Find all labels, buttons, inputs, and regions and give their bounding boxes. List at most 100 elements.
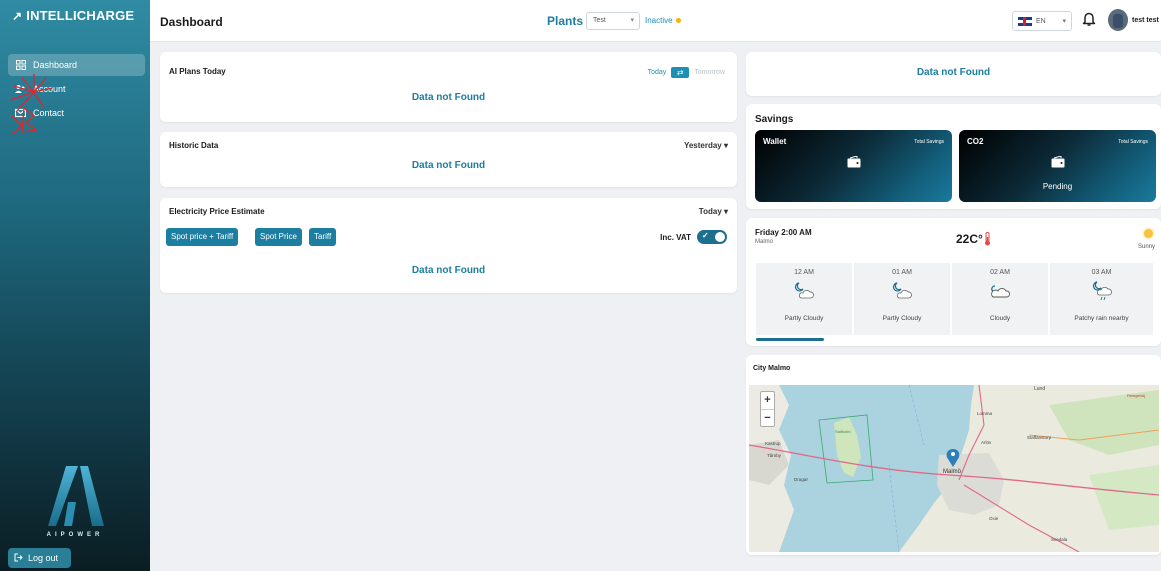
empty-message: Data not Found [916,67,991,78]
map-label-malmo: Malmö [943,469,962,475]
today-option[interactable]: Today [648,69,667,76]
period-select[interactable]: Yesterday ▾ [684,141,728,150]
savings-name: CO2 [967,137,984,146]
weather-city: Malmo [755,239,774,245]
wallet-icon [847,156,860,168]
top-header: Dashboard Plants Test ▾ Inactive EN ▾ te… [150,0,1161,42]
chevron-down-icon: ▾ [1062,18,1066,25]
sidebar-item-account[interactable]: Account [8,78,145,100]
plant-select[interactable]: Test ▾ [586,12,640,30]
card-title: Electricity Price Estimate [169,207,265,216]
forecast-desc: Partly Cloudy [784,315,824,322]
chip-tariff[interactable]: Tariff [309,228,337,246]
tomorrow-option[interactable]: Tomorrow [694,69,725,76]
forecast-desc: Patchy rain nearby [1074,315,1129,322]
electricity-price-card: Electricity Price Estimate Today ▾ Spot … [160,198,737,293]
forecast-scrollbar[interactable] [756,338,824,341]
language-select[interactable]: EN ▾ [1012,11,1072,31]
wallet-icon [1051,156,1064,168]
wallet-savings-box: Wallet Total Savings [755,130,952,202]
sidebar-item-label: Contact [33,108,65,118]
weather-condition: Sunny [1137,244,1155,250]
partly-cloudy-night-icon [893,282,912,299]
card-title: Historic Data [169,141,219,150]
external-link-icon: ↗ [12,8,23,23]
logout-button[interactable]: Log out [8,548,71,568]
zoom-out-button[interactable]: − [761,410,774,427]
logout-icon [14,553,23,564]
forecast-desc: Cloudy [989,315,1011,322]
savings-title: Savings [755,114,794,125]
forecast-hour: 01 AM Partly Cloudy [854,263,951,335]
plant-select-value: Test [593,17,606,24]
plants-label: Plants [547,14,584,28]
map-label-lund: Lund [1034,386,1045,392]
map-canvas: Malmö Lund Lomma Arlöv Staffanstorp Kast… [749,385,1159,552]
map[interactable]: Malmö Lund Lomma Arlöv Staffanstorp Kast… [749,385,1159,552]
grid-icon [15,60,26,71]
card-title: AI Plans Today [169,67,226,76]
zoom-in-button[interactable]: + [761,392,774,410]
forecast-hour: 02 AM Cloudy [952,263,1049,335]
patchy-rain-icon [1092,281,1112,301]
historic-data-card: Historic Data Yesterday ▾ Data not Found [160,132,737,187]
empty-message: Data not Found [411,92,486,103]
users-icon [15,84,26,95]
sidebar-item-dashboard[interactable]: Dashboard [8,54,145,76]
user-name[interactable]: test test [1132,17,1159,24]
plant-status-text: Inactive [645,16,673,25]
map-zoom-control: + − [760,391,775,427]
savings-value: Pending [1042,182,1073,191]
sun-icon [1144,229,1153,238]
co2-savings-box: CO2 Total Savings Pending [959,130,1156,202]
check-icon: ✓ [702,231,709,240]
empty-message: Data not Found [411,160,486,171]
logout-label: Log out [28,553,59,563]
weather-card: Friday 2:00 AM Malmo 22C° Sunny 12 AM Pa… [746,218,1161,346]
uk-flag-icon [1018,16,1032,26]
forecast-hour: 12 AM Partly Cloudy [756,263,853,335]
language-value: EN [1036,17,1046,25]
map-label-dragor: Dragør [794,477,809,482]
total-savings-label: Total Savings [1118,139,1148,145]
partly-cloudy-night-icon [795,282,814,299]
forecast-hour: 03 AM Patchy rain nearby [1050,263,1154,335]
chip-spot-price[interactable]: Spot Price [255,228,302,246]
forecast-time: 12 AM [794,269,814,276]
weather-time: Friday 2:00 AM [755,228,812,237]
forecast-desc: Partly Cloudy [882,315,922,322]
chip-spot-price-tariff[interactable]: Spot price + Tariff [166,228,239,246]
savings-name: Wallet [763,137,787,146]
period-select[interactable]: Today ▾ [699,207,728,216]
savings-card: Savings Wallet Total Savings CO2 Total S… [746,104,1161,209]
sidebar-item-label: Dashboard [33,60,78,70]
forecast-time: 03 AM [1091,269,1112,276]
ai-plans-card: AI Plans Today Today ⇄ Tomorrow Data not… [160,52,737,122]
avatar[interactable] [1108,9,1128,31]
total-savings-label: Total Savings [914,139,944,145]
map-label-lomma: Lomma [977,411,993,416]
forecast-time: 02 AM [990,269,1010,276]
cloudy-icon [991,285,1010,298]
day-toggle: Today ⇄ Tomorrow [648,67,725,78]
bell-icon[interactable] [1082,11,1096,27]
map-label-kastrup: Kastrup [765,441,781,446]
weather-temperature: 22C° [956,232,991,246]
brand[interactable]: ↗ INTELLICHARGE [12,8,134,23]
map-card: City Malmo Malmö Lund Lomma Arlöv Staffa… [746,355,1161,555]
top-right-card: Data not Found [746,52,1161,96]
map-label-arlov: Arlöv [981,440,992,445]
sidebar-item-label: Account [33,84,66,94]
plant-status: Inactive [645,16,681,25]
map-title: City Malmo [753,365,791,372]
map-label-tarnby: Tårnby [767,452,782,458]
status-dot-icon [675,18,681,23]
map-label-oxie: Oxie [989,516,999,521]
thermometer-icon [984,232,990,246]
swap-icon[interactable]: ⇄ [671,67,690,78]
map-label-staffanstorp: Staffanstorp [1027,435,1052,440]
aipower-logo-icon [48,466,104,526]
map-label-reingehoj: Reingehöj [1127,393,1145,398]
sidebar-item-contact[interactable]: Contact [8,102,145,124]
vat-switch[interactable]: ✓ [697,230,727,244]
